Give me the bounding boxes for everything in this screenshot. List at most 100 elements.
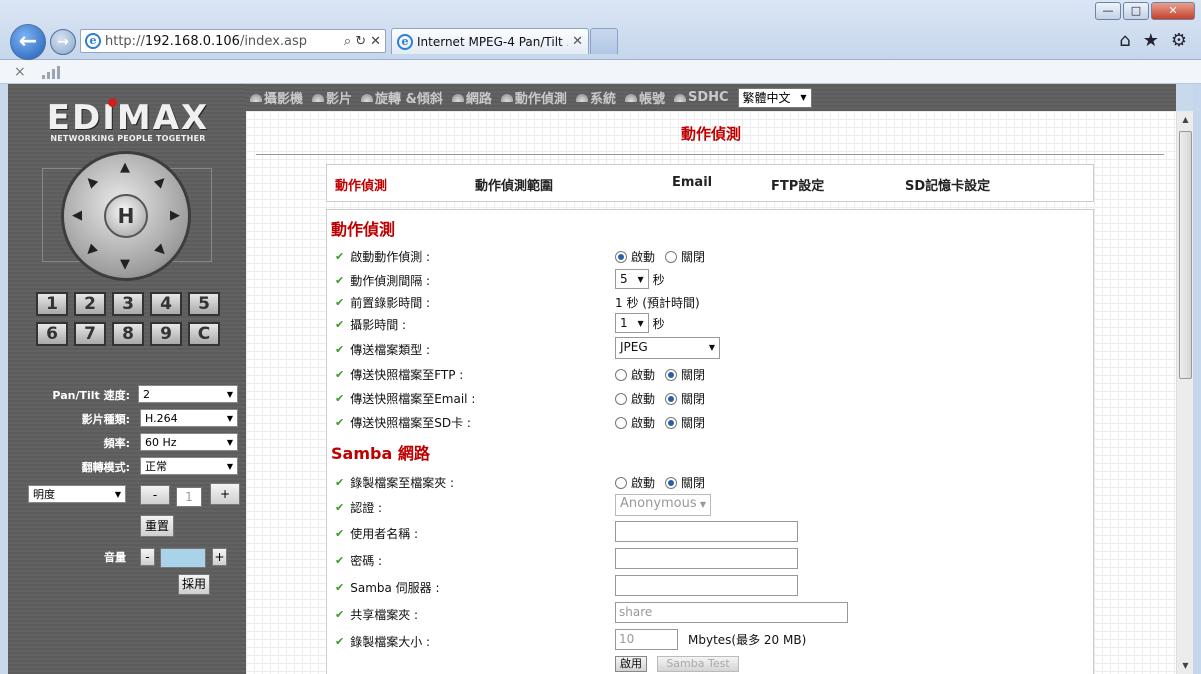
close-window-button[interactable]: ✕	[1151, 2, 1195, 20]
home-icon[interactable]: ⌂	[1119, 30, 1130, 51]
apply-button[interactable]: 採用	[178, 574, 210, 595]
ftp-on-radio[interactable]	[615, 368, 627, 381]
record-folder-off-radio[interactable]	[665, 476, 678, 489]
brightness-plus-button[interactable]: +	[210, 483, 240, 505]
preset-button-5[interactable]: 5	[188, 292, 220, 316]
video-type-select[interactable]: H.264	[140, 409, 238, 427]
record-folder-on-radio[interactable]	[615, 476, 627, 489]
tab-sd-card-settings[interactable]: SD記憶卡設定	[905, 175, 990, 194]
preset-button-8[interactable]: 8	[112, 322, 144, 346]
volume-slider[interactable]	[160, 548, 206, 568]
browser-tab[interactable]: e Internet MPEG-4 Pan/Tilt ... ✕	[391, 28, 589, 54]
left-arrow-icon[interactable]: ◀	[72, 208, 82, 223]
close-bar-icon[interactable]: ×	[14, 64, 26, 80]
image-adjust-select[interactable]: 明度	[28, 485, 126, 503]
ftp-off-radio[interactable]	[665, 368, 678, 381]
auth-select[interactable]: Anonymous	[615, 494, 711, 516]
menu-sdhc[interactable]: SDHC	[673, 90, 729, 105]
brightness-minus-button[interactable]: -	[140, 485, 170, 505]
menu-motion-detection[interactable]: 動作偵測	[500, 88, 567, 107]
menu-camera[interactable]: 攝影機	[250, 88, 303, 107]
back-button[interactable]: ←	[10, 24, 46, 60]
password-input[interactable]	[615, 548, 798, 569]
vertical-scrollbar[interactable]: ▲ ▼	[1176, 111, 1193, 674]
up-left-arrow-icon[interactable]: ▲	[82, 173, 100, 191]
address-bar[interactable]: e http://192.168.0.106/index.asp ⌕ ↻ ✕	[80, 29, 386, 53]
menu-video[interactable]: 影片	[312, 88, 352, 107]
forward-button[interactable]: →	[50, 29, 76, 55]
maximize-button[interactable]: □	[1123, 2, 1149, 20]
video-type-label: 影片種類:	[81, 413, 130, 426]
signal-icon	[41, 65, 60, 79]
share-input[interactable]: share	[615, 602, 848, 623]
menu-network[interactable]: 網路	[451, 88, 492, 107]
email-on-radio[interactable]	[615, 392, 627, 405]
up-arrow-icon[interactable]: ▲	[120, 160, 130, 175]
preset-button-7[interactable]: 7	[74, 322, 106, 346]
frequency-select[interactable]: 60 Hz	[140, 433, 238, 451]
settings-form: 動作偵測 ✔啟動動作偵測 : 啟動 關閉 ✔動作偵測間隔 : 5 秒 ✔前置錄影…	[326, 209, 1094, 674]
check-icon: ✔	[335, 296, 345, 309]
ptz-home-button[interactable]: H	[104, 194, 148, 238]
tab-detection-area[interactable]: 動作偵測範圍	[475, 175, 553, 194]
volume-minus-button[interactable]: -	[140, 548, 155, 566]
tab-title: Internet MPEG-4 Pan/Tilt ...	[417, 34, 569, 49]
samba-enable-button[interactable]: 啟用	[615, 656, 647, 672]
preset-button-4[interactable]: 4	[150, 292, 182, 316]
samba-test-button[interactable]: Samba Test	[657, 656, 739, 672]
record-time-field: 1 秒	[615, 313, 665, 333]
right-arrow-icon[interactable]: ▶	[170, 208, 180, 223]
edimax-logo: EDIMAX NETWORKING PEOPLE TOGETHER	[38, 98, 218, 143]
tab-motion-detection[interactable]: 動作偵測	[335, 175, 387, 194]
down-left-arrow-icon[interactable]: ▼	[82, 242, 100, 260]
preset-button-2[interactable]: 2	[74, 292, 106, 316]
menu-system[interactable]: 系統	[575, 88, 616, 107]
new-tab-button[interactable]	[590, 28, 618, 54]
reset-button[interactable]: 重置	[140, 515, 174, 537]
favorites-star-icon[interactable]: ★	[1143, 30, 1159, 51]
scroll-down-icon[interactable]: ▼	[1177, 657, 1194, 674]
up-right-arrow-icon[interactable]: ▲	[152, 173, 170, 191]
stop-icon[interactable]: ✕	[370, 34, 381, 49]
settings-gear-icon[interactable]: ⚙	[1171, 30, 1187, 51]
interval-select[interactable]: 5	[615, 269, 649, 289]
preset-button-9[interactable]: 9	[150, 322, 182, 346]
username-input[interactable]	[615, 521, 798, 542]
pan-tilt-speed-select[interactable]: 2	[138, 385, 238, 403]
enable-motion-on-radio[interactable]	[615, 250, 627, 263]
down-right-arrow-icon[interactable]: ▼	[152, 242, 170, 260]
ptz-direction-pad[interactable]: ▲ ▼ ◀ ▶ ▲ ▲ ▼ ▼ H	[64, 154, 188, 278]
enable-motion-off-radio[interactable]	[665, 250, 678, 263]
down-arrow-icon[interactable]: ▼	[120, 257, 130, 272]
sd-on-radio[interactable]	[615, 416, 627, 429]
pan-tilt-speed-label: Pan/Tilt 速度:	[52, 389, 130, 402]
file-size-input[interactable]: 10	[615, 629, 678, 650]
record-time-select[interactable]: 1	[615, 313, 649, 333]
flip-mode-select[interactable]: 正常	[140, 457, 238, 475]
scroll-thumb[interactable]	[1179, 131, 1192, 379]
preset-button-6[interactable]: 6	[36, 322, 68, 346]
search-icon[interactable]: ⌕	[344, 34, 351, 49]
email-off-radio[interactable]	[665, 392, 678, 405]
camera-control-panel: EDIMAX NETWORKING PEOPLE TOGETHER ▲ ▼ ◀ …	[8, 84, 246, 674]
tab-email[interactable]: Email	[672, 175, 712, 190]
username-label: ✔ 使用者名稱 :	[335, 527, 419, 541]
scroll-up-icon[interactable]: ▲	[1177, 111, 1194, 128]
check-icon: ✔	[335, 476, 345, 489]
file-type-select[interactable]: JPEG	[615, 337, 720, 359]
refresh-icon[interactable]: ↻	[355, 34, 366, 49]
minimize-button[interactable]: —	[1095, 2, 1121, 20]
server-input[interactable]	[615, 575, 798, 596]
tab-ftp-settings[interactable]: FTP設定	[771, 175, 824, 194]
menu-pan-tilt[interactable]: 旋轉 &傾斜	[361, 88, 443, 107]
sd-off-radio[interactable]	[665, 416, 678, 429]
top-navigation: 攝影機 影片 旋轉 &傾斜 網路 動作偵測 系統 帳號 SDHC 繁體中文	[246, 84, 1176, 111]
preset-button-clear[interactable]: C	[188, 322, 220, 346]
tab-close-icon[interactable]: ✕	[572, 34, 588, 49]
language-select[interactable]: 繁體中文	[737, 87, 812, 108]
menu-account[interactable]: 帳號	[624, 88, 665, 107]
preset-button-1[interactable]: 1	[36, 292, 68, 316]
preset-button-3[interactable]: 3	[112, 292, 144, 316]
volume-plus-button[interactable]: +	[212, 548, 227, 566]
url-text[interactable]: http://192.168.0.106/index.asp	[105, 34, 340, 49]
